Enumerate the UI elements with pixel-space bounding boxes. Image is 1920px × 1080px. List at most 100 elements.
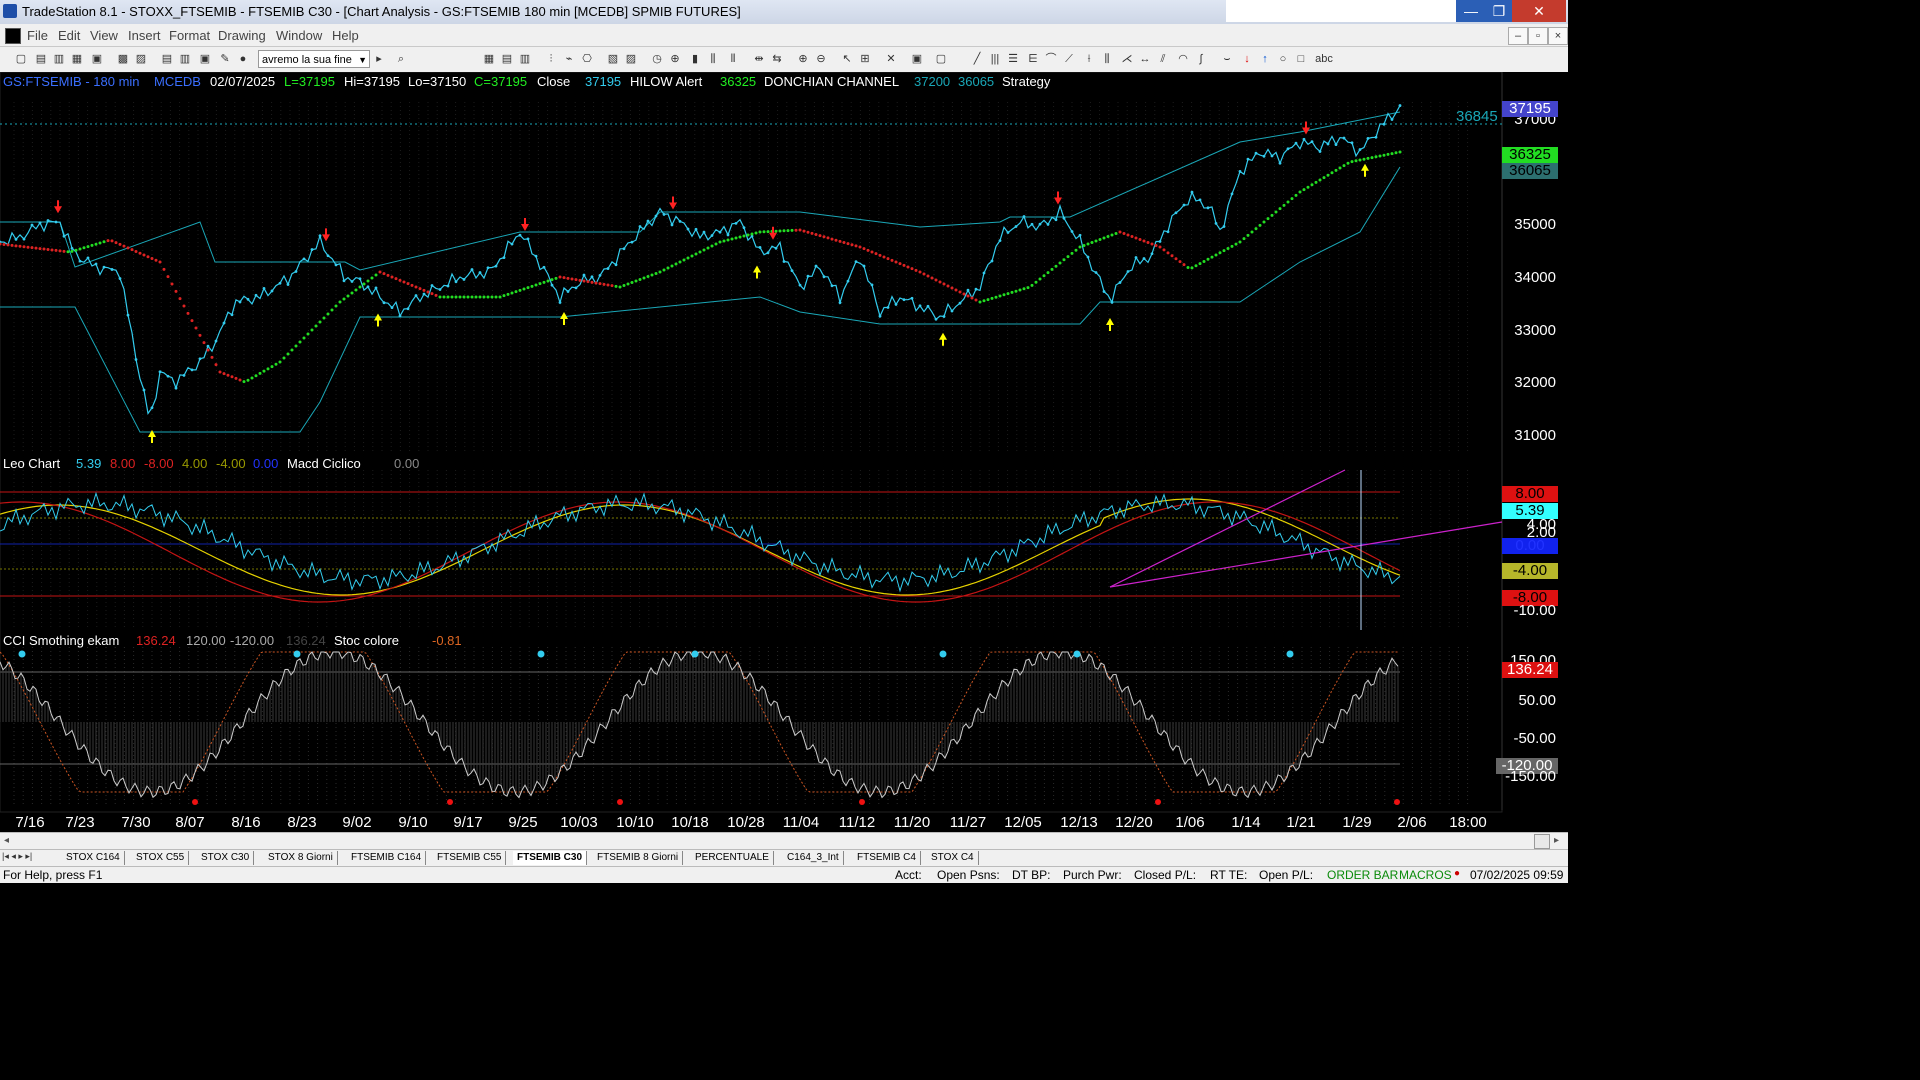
print-icon[interactable]: ▨	[134, 52, 148, 66]
expand-icon[interactable]: ⇹	[752, 52, 766, 66]
bars-icon[interactable]: ⫶	[544, 52, 558, 66]
new-icon[interactable]: ▢	[14, 52, 28, 66]
menu-file[interactable]: File	[27, 28, 48, 43]
status-macros[interactable]: MACROS	[1399, 868, 1452, 882]
moving-average-dot	[1166, 251, 1170, 255]
window-icon[interactable]: ▤	[160, 52, 174, 66]
close-button[interactable]: ✕	[1512, 0, 1566, 22]
moving-average-dot	[570, 277, 574, 281]
tools-icon[interactable]: ✕	[884, 52, 898, 66]
save-icon[interactable]: ▦	[70, 52, 84, 66]
print-preview-icon[interactable]: ▩	[116, 52, 130, 66]
format-icon[interactable]: ▨	[624, 52, 638, 66]
pointer-icon[interactable]: ↖	[840, 52, 854, 66]
workspace-combo[interactable]: avremo la sua fine ▼	[258, 50, 370, 68]
zoom-in-icon[interactable]: ⊕	[796, 52, 810, 66]
tab-ftsemib-c55[interactable]: FTSEMIB C55	[433, 851, 507, 865]
gann-icon[interactable]: ⫼	[1100, 52, 1114, 66]
mdi-close-button[interactable]: ×	[1548, 27, 1568, 45]
play-icon[interactable]: ▸	[372, 52, 386, 66]
arrow-horizontal-icon[interactable]: ↔	[1138, 52, 1152, 66]
text-icon[interactable]: abc	[1314, 52, 1334, 66]
moving-average-dot	[502, 294, 506, 298]
arrow-down-icon[interactable]: ↓	[1240, 52, 1254, 66]
crosshair-icon[interactable]: ⊞	[858, 52, 872, 66]
minimize-button[interactable]: —	[1456, 0, 1486, 22]
menu-help[interactable]: Help	[332, 28, 359, 43]
tab-ftsemib-c4[interactable]: FTSEMIB C4	[853, 851, 921, 865]
tab-stox-8-giorni[interactable]: STOX 8 Giorni	[264, 851, 338, 865]
volume-icon[interactable]: ⫴	[726, 52, 740, 66]
candle-icon[interactable]: ▮	[688, 52, 702, 66]
tab-stox-c164[interactable]: STOX C164	[62, 851, 125, 865]
tab-nav-icon[interactable]: |◂ ◂ ▸ ▸|	[2, 851, 32, 862]
moving-average-dot	[374, 273, 378, 277]
open-icon[interactable]: ▤	[34, 52, 48, 66]
tab-percentuale[interactable]: PERCENTUALE	[691, 851, 774, 865]
disabled-icon[interactable]: ▢	[934, 52, 948, 66]
horizontal-line-icon[interactable]: ☰	[1006, 52, 1020, 66]
folder-icon[interactable]: ▣	[90, 52, 104, 66]
menu-window[interactable]: Window	[276, 28, 322, 43]
grid-icon[interactable]: ▤	[500, 52, 514, 66]
strategy-icon[interactable]: ⎔	[580, 52, 594, 66]
parallel-icon[interactable]: ⫽	[1156, 52, 1170, 66]
mdi-minimize-button[interactable]: –	[1508, 27, 1528, 45]
indicator-icon[interactable]: ⌁	[562, 52, 576, 66]
tab-stox-c4[interactable]: STOX C4	[927, 851, 979, 865]
alert-icon[interactable]: ⊕	[668, 52, 682, 66]
channel-icon[interactable]: ⋿	[1026, 52, 1040, 66]
tile-icon[interactable]: ▥	[178, 52, 192, 66]
moving-average-dot	[182, 304, 186, 308]
andrews-icon[interactable]: ⋌	[1120, 52, 1134, 66]
chart-canvas[interactable]	[0, 72, 1568, 832]
menu-insert[interactable]: Insert	[128, 28, 161, 43]
chart-icon[interactable]: ▦	[482, 52, 496, 66]
pen-icon[interactable]: ✎	[218, 52, 232, 66]
tab-c164-3-int[interactable]: C164_3_Int	[783, 851, 844, 865]
tab-ftsemib-c30[interactable]: FTSEMIB C30	[513, 851, 588, 865]
scan-icon[interactable]: ⌕	[394, 52, 408, 66]
freehand-icon[interactable]: ∫	[1194, 52, 1208, 66]
moving-average-dot	[482, 295, 486, 299]
speed-line-icon[interactable]: ⟊	[1082, 52, 1096, 66]
moving-average-dot	[918, 270, 922, 274]
tab-ftsemib-8-giorni[interactable]: FTSEMIB 8 Giorni	[593, 851, 684, 865]
maximize-button[interactable]: ❐	[1484, 0, 1514, 22]
arrow-up-icon[interactable]: ↑	[1258, 52, 1272, 66]
chart-analysis-window[interactable]: GS:FTSEMIB - 180 min MCEDB 02/07/2025 L=…	[0, 72, 1568, 832]
mdi-restore-button[interactable]: ▫	[1528, 27, 1548, 45]
tab-stox-c55[interactable]: STOX C55	[132, 851, 190, 865]
menu-view[interactable]: View	[90, 28, 118, 43]
menu-edit[interactable]: Edit	[58, 28, 80, 43]
lock-icon[interactable]: ▣	[198, 52, 212, 66]
fib-icon[interactable]: ⌒	[1044, 52, 1058, 66]
tab-stox-c30[interactable]: STOX C30	[197, 851, 255, 865]
menu-drawing[interactable]: Drawing	[218, 28, 266, 43]
open-workspace-icon[interactable]: ▥	[52, 52, 66, 66]
globe-icon[interactable]: ●	[236, 52, 250, 66]
circle-icon[interactable]: ○	[1276, 52, 1290, 66]
insert-window-icon[interactable]: ▧	[606, 52, 620, 66]
horizontal-scrollbar[interactable]: ◂ ▸	[0, 832, 1568, 850]
trendline-icon[interactable]: ╱	[970, 52, 984, 66]
scroll-left-icon[interactable]: ◂	[4, 835, 9, 846]
status-order-bar[interactable]: ORDER BAR	[1327, 868, 1398, 882]
order-icon[interactable]: ▣	[910, 52, 924, 66]
regression-icon[interactable]: ⟋	[1062, 52, 1076, 66]
zoom-out-icon[interactable]: ⊖	[814, 52, 828, 66]
arc-icon[interactable]: ◠	[1176, 52, 1190, 66]
rectangle-icon[interactable]: □	[1294, 52, 1308, 66]
tab-ftsemib-c164[interactable]: FTSEMIB C164	[347, 851, 427, 865]
table-icon[interactable]: ▥	[518, 52, 532, 66]
scroll-right-icon[interactable]: ▸	[1554, 835, 1559, 846]
cci-value-3: -120.00	[230, 633, 275, 648]
bar-chart-icon[interactable]: ⫼	[706, 52, 720, 66]
clock-icon[interactable]: ◷	[650, 52, 664, 66]
x-axis-label: 11/12	[838, 814, 876, 831]
curve-icon[interactable]: ⌣	[1220, 52, 1234, 66]
compress-icon[interactable]: ⇆	[770, 52, 784, 66]
scroll-thumb[interactable]	[1534, 834, 1550, 849]
vertical-lines-icon[interactable]: |||	[988, 52, 1002, 66]
menu-format[interactable]: Format	[169, 28, 210, 43]
